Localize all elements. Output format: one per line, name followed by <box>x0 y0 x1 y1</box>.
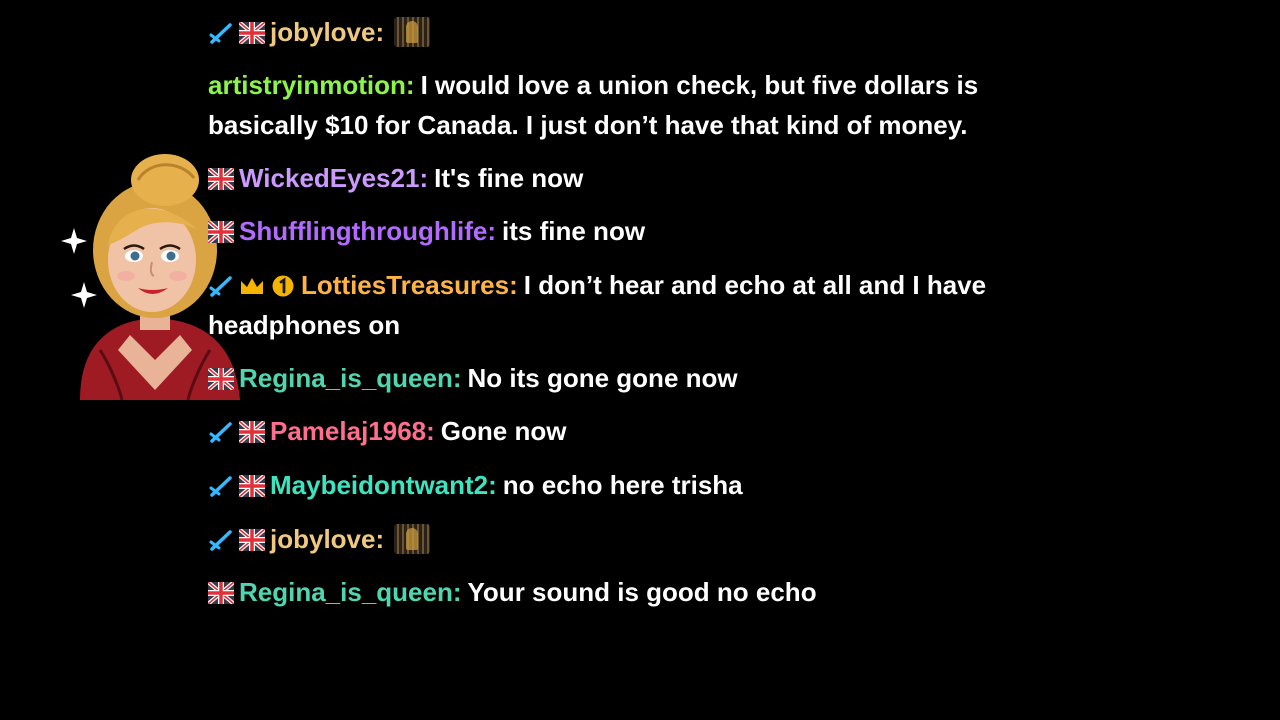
sword-icon <box>208 275 234 297</box>
chat-message: LottiesTreasures: I don’t hear and echo a… <box>208 265 1068 345</box>
lurk-emote <box>394 17 431 47</box>
chat-message: Regina_is_queen: Your sound is good no ec… <box>208 572 1068 612</box>
chat-message-text: no echo here trisha <box>502 470 743 500</box>
chat-message-text: No its gone gone now <box>467 363 738 393</box>
chat-username[interactable]: jobylove: <box>270 524 384 554</box>
chat-message-text: its fine now <box>502 216 646 246</box>
number-one-icon <box>270 275 296 297</box>
uk-flag-icon <box>239 529 265 551</box>
chat-message: artistryinmotion: I would love a union ch… <box>208 65 1068 145</box>
chat-username[interactable]: Maybeidontwant2: <box>270 470 497 500</box>
sword-icon <box>208 529 234 551</box>
sword-icon <box>208 421 234 443</box>
uk-flag-icon <box>239 22 265 44</box>
chat-username[interactable]: Regina_is_queen: <box>239 577 462 607</box>
chat-message: Pamelaj1968: Gone now <box>208 411 1068 451</box>
chat-message: jobylove: <box>208 12 1068 52</box>
sword-icon <box>208 22 234 44</box>
uk-flag-icon <box>239 475 265 497</box>
chat-username[interactable]: Regina_is_queen: <box>239 363 462 393</box>
chat-username[interactable]: artistryinmotion: <box>208 70 415 100</box>
chat-message: Shufflingthroughlife: its fine now <box>208 211 1068 251</box>
chat-message: Maybeidontwant2: no echo here trisha <box>208 465 1068 505</box>
chat-username[interactable]: LottiesTreasures: <box>301 270 518 300</box>
chat-message-text: It's fine now <box>434 163 584 193</box>
sword-icon <box>208 475 234 497</box>
uk-flag-icon <box>208 368 234 390</box>
chat-username[interactable]: jobylove: <box>270 17 384 47</box>
chat-username[interactable]: WickedEyes21: <box>239 163 428 193</box>
uk-flag-icon <box>208 221 234 243</box>
lurk-emote <box>394 524 431 554</box>
chat-message: jobylove: <box>208 519 1068 559</box>
uk-flag-icon <box>239 421 265 443</box>
uk-flag-icon <box>208 168 234 190</box>
chat-message-text: Your sound is good no echo <box>467 577 817 607</box>
stream-chat-overlay: { "colors": { "background": "#000000", "… <box>0 0 1280 720</box>
chat-message: Regina_is_queen: No its gone gone now <box>208 358 1068 398</box>
uk-flag-icon <box>208 582 234 604</box>
crown-icon <box>239 275 265 297</box>
chat-username[interactable]: Pamelaj1968: <box>270 416 435 446</box>
chat-message-text: Gone now <box>440 416 567 446</box>
chat-message: WickedEyes21: It's fine now <box>208 158 1068 198</box>
chat-username[interactable]: Shufflingthroughlife: <box>239 216 496 246</box>
